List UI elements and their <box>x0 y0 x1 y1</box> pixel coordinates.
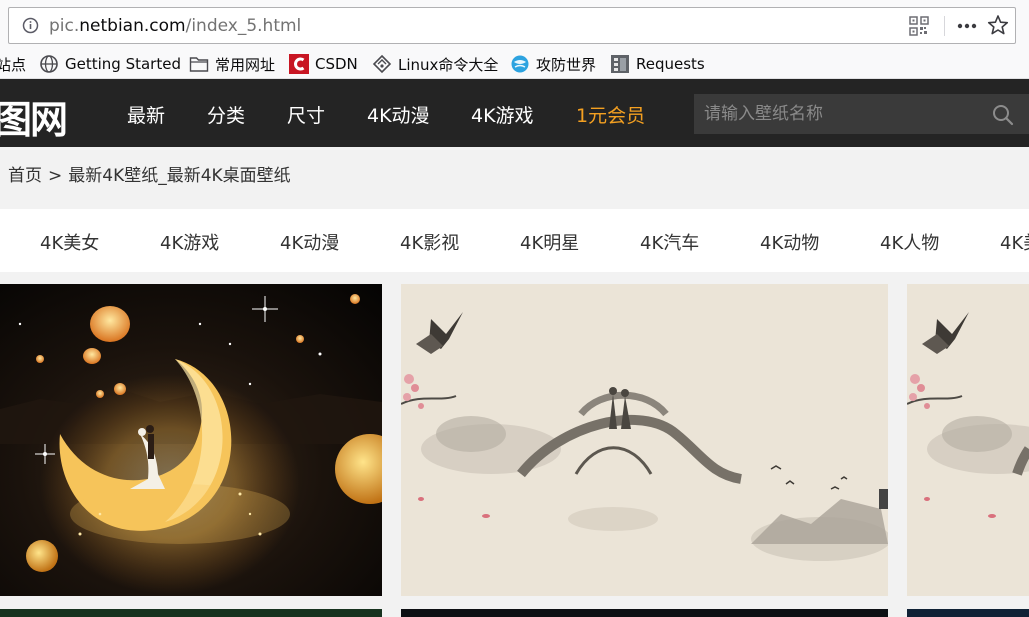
qr-code-icon[interactable] <box>909 16 929 36</box>
bookmark-label: Requests <box>636 55 705 73</box>
bookmarks-toolbar: 站点 Getting Started 常用网址 CSDN Linux命令大全 攻… <box>0 50 1029 79</box>
wallpaper-thumbnail[interactable] <box>907 609 1029 617</box>
csdn-icon <box>289 54 309 74</box>
bookmark-label: 常用网址 <box>215 55 276 74</box>
category-4k-cars[interactable]: 4K汽车 <box>640 229 699 255</box>
globe-icon <box>40 55 58 73</box>
nav-latest[interactable]: 最新 <box>127 101 165 128</box>
search-box <box>694 94 1029 134</box>
category-4k-people[interactable]: 4K人物 <box>880 229 939 255</box>
bookmark-label: CSDN <box>315 55 358 73</box>
nav-4k-games[interactable]: 4K游戏 <box>471 101 534 128</box>
wallpaper-thumbnail[interactable] <box>401 609 888 617</box>
bookmark-label: 站点 <box>0 55 27 74</box>
nav-4k-anime[interactable]: 4K动漫 <box>367 101 430 128</box>
wallpaper-thumbnail[interactable] <box>401 284 888 596</box>
linux-icon <box>372 54 392 74</box>
wallpaper-image-ink-bridge-partial <box>907 284 1029 596</box>
category-4k-games[interactable]: 4K游戏 <box>160 229 219 255</box>
url-domain: netbian.com <box>79 16 186 36</box>
nav-vip[interactable]: 1元会员 <box>576 101 645 128</box>
browser-toolbar: pic.netbian.com/index_5.html <box>0 0 1029 50</box>
breadcrumb-home-link[interactable]: 首页 <box>8 161 42 186</box>
wallpaper-thumbnail[interactable] <box>907 284 1029 596</box>
folder-icon <box>189 57 209 72</box>
requests-icon <box>611 55 629 73</box>
bookmark-adworld[interactable]: 攻防世界 <box>510 52 596 76</box>
globe-blue-icon <box>511 55 529 73</box>
category-4k-animals[interactable]: 4K动物 <box>760 229 819 255</box>
bookmark-folder-common[interactable]: 常用网址 <box>189 52 275 76</box>
bookmark-getting-started[interactable]: Getting Started <box>39 52 181 76</box>
category-4k-partial[interactable]: 4K美 <box>1000 229 1029 255</box>
category-4k-stars[interactable]: 4K明星 <box>520 229 579 255</box>
nav-sizes[interactable]: 尺寸 <box>287 101 325 128</box>
bookmark-sites[interactable]: 站点 <box>0 52 26 76</box>
url-text[interactable]: pic.netbian.com/index_5.html <box>49 16 301 36</box>
bookmark-requests[interactable]: Requests <box>610 52 705 76</box>
search-icon[interactable] <box>991 103 1015 127</box>
site-header: 图网 最新 分类 尺寸 4K动漫 4K游戏 1元会员 <box>0 79 1029 147</box>
site-logo[interactable]: 图网 <box>0 89 68 144</box>
category-4k-anime[interactable]: 4K动漫 <box>280 229 339 255</box>
bookmark-label: Linux命令大全 <box>398 55 499 74</box>
bookmark-label: 攻防世界 <box>536 55 597 74</box>
wallpaper-image-ink-bridge <box>401 284 888 596</box>
info-icon[interactable] <box>22 17 39 34</box>
more-icon[interactable] <box>954 16 980 36</box>
wallpaper-thumbnail[interactable] <box>0 284 382 596</box>
bookmark-csdn[interactable]: CSDN <box>289 52 358 76</box>
wallpaper-thumbnail[interactable] <box>0 609 382 617</box>
star-icon[interactable] <box>987 14 1009 36</box>
category-4k-beauty[interactable]: 4K美女 <box>40 229 99 255</box>
wallpaper-image-moon-couple <box>0 284 382 596</box>
url-divider <box>944 16 945 36</box>
breadcrumb-current: 最新4K壁纸_最新4K桌面壁纸 <box>68 166 291 186</box>
address-bar[interactable]: pic.netbian.com/index_5.html <box>8 7 1016 44</box>
bookmark-linux[interactable]: Linux命令大全 <box>372 52 498 76</box>
category-bar: 4K美女 4K游戏 4K动漫 4K影视 4K明星 4K汽车 4K动物 4K人物 … <box>0 209 1029 272</box>
bookmark-label: Getting Started <box>65 55 181 73</box>
search-input[interactable] <box>694 94 984 134</box>
breadcrumb: 首页 > 最新4K壁纸_最新4K桌面壁纸 <box>8 161 291 186</box>
category-4k-film[interactable]: 4K影视 <box>400 229 459 255</box>
breadcrumb-area: 首页 > 最新4K壁纸_最新4K桌面壁纸 <box>0 147 1029 209</box>
nav-categories[interactable]: 分类 <box>207 101 245 128</box>
breadcrumb-separator: > <box>48 166 63 186</box>
